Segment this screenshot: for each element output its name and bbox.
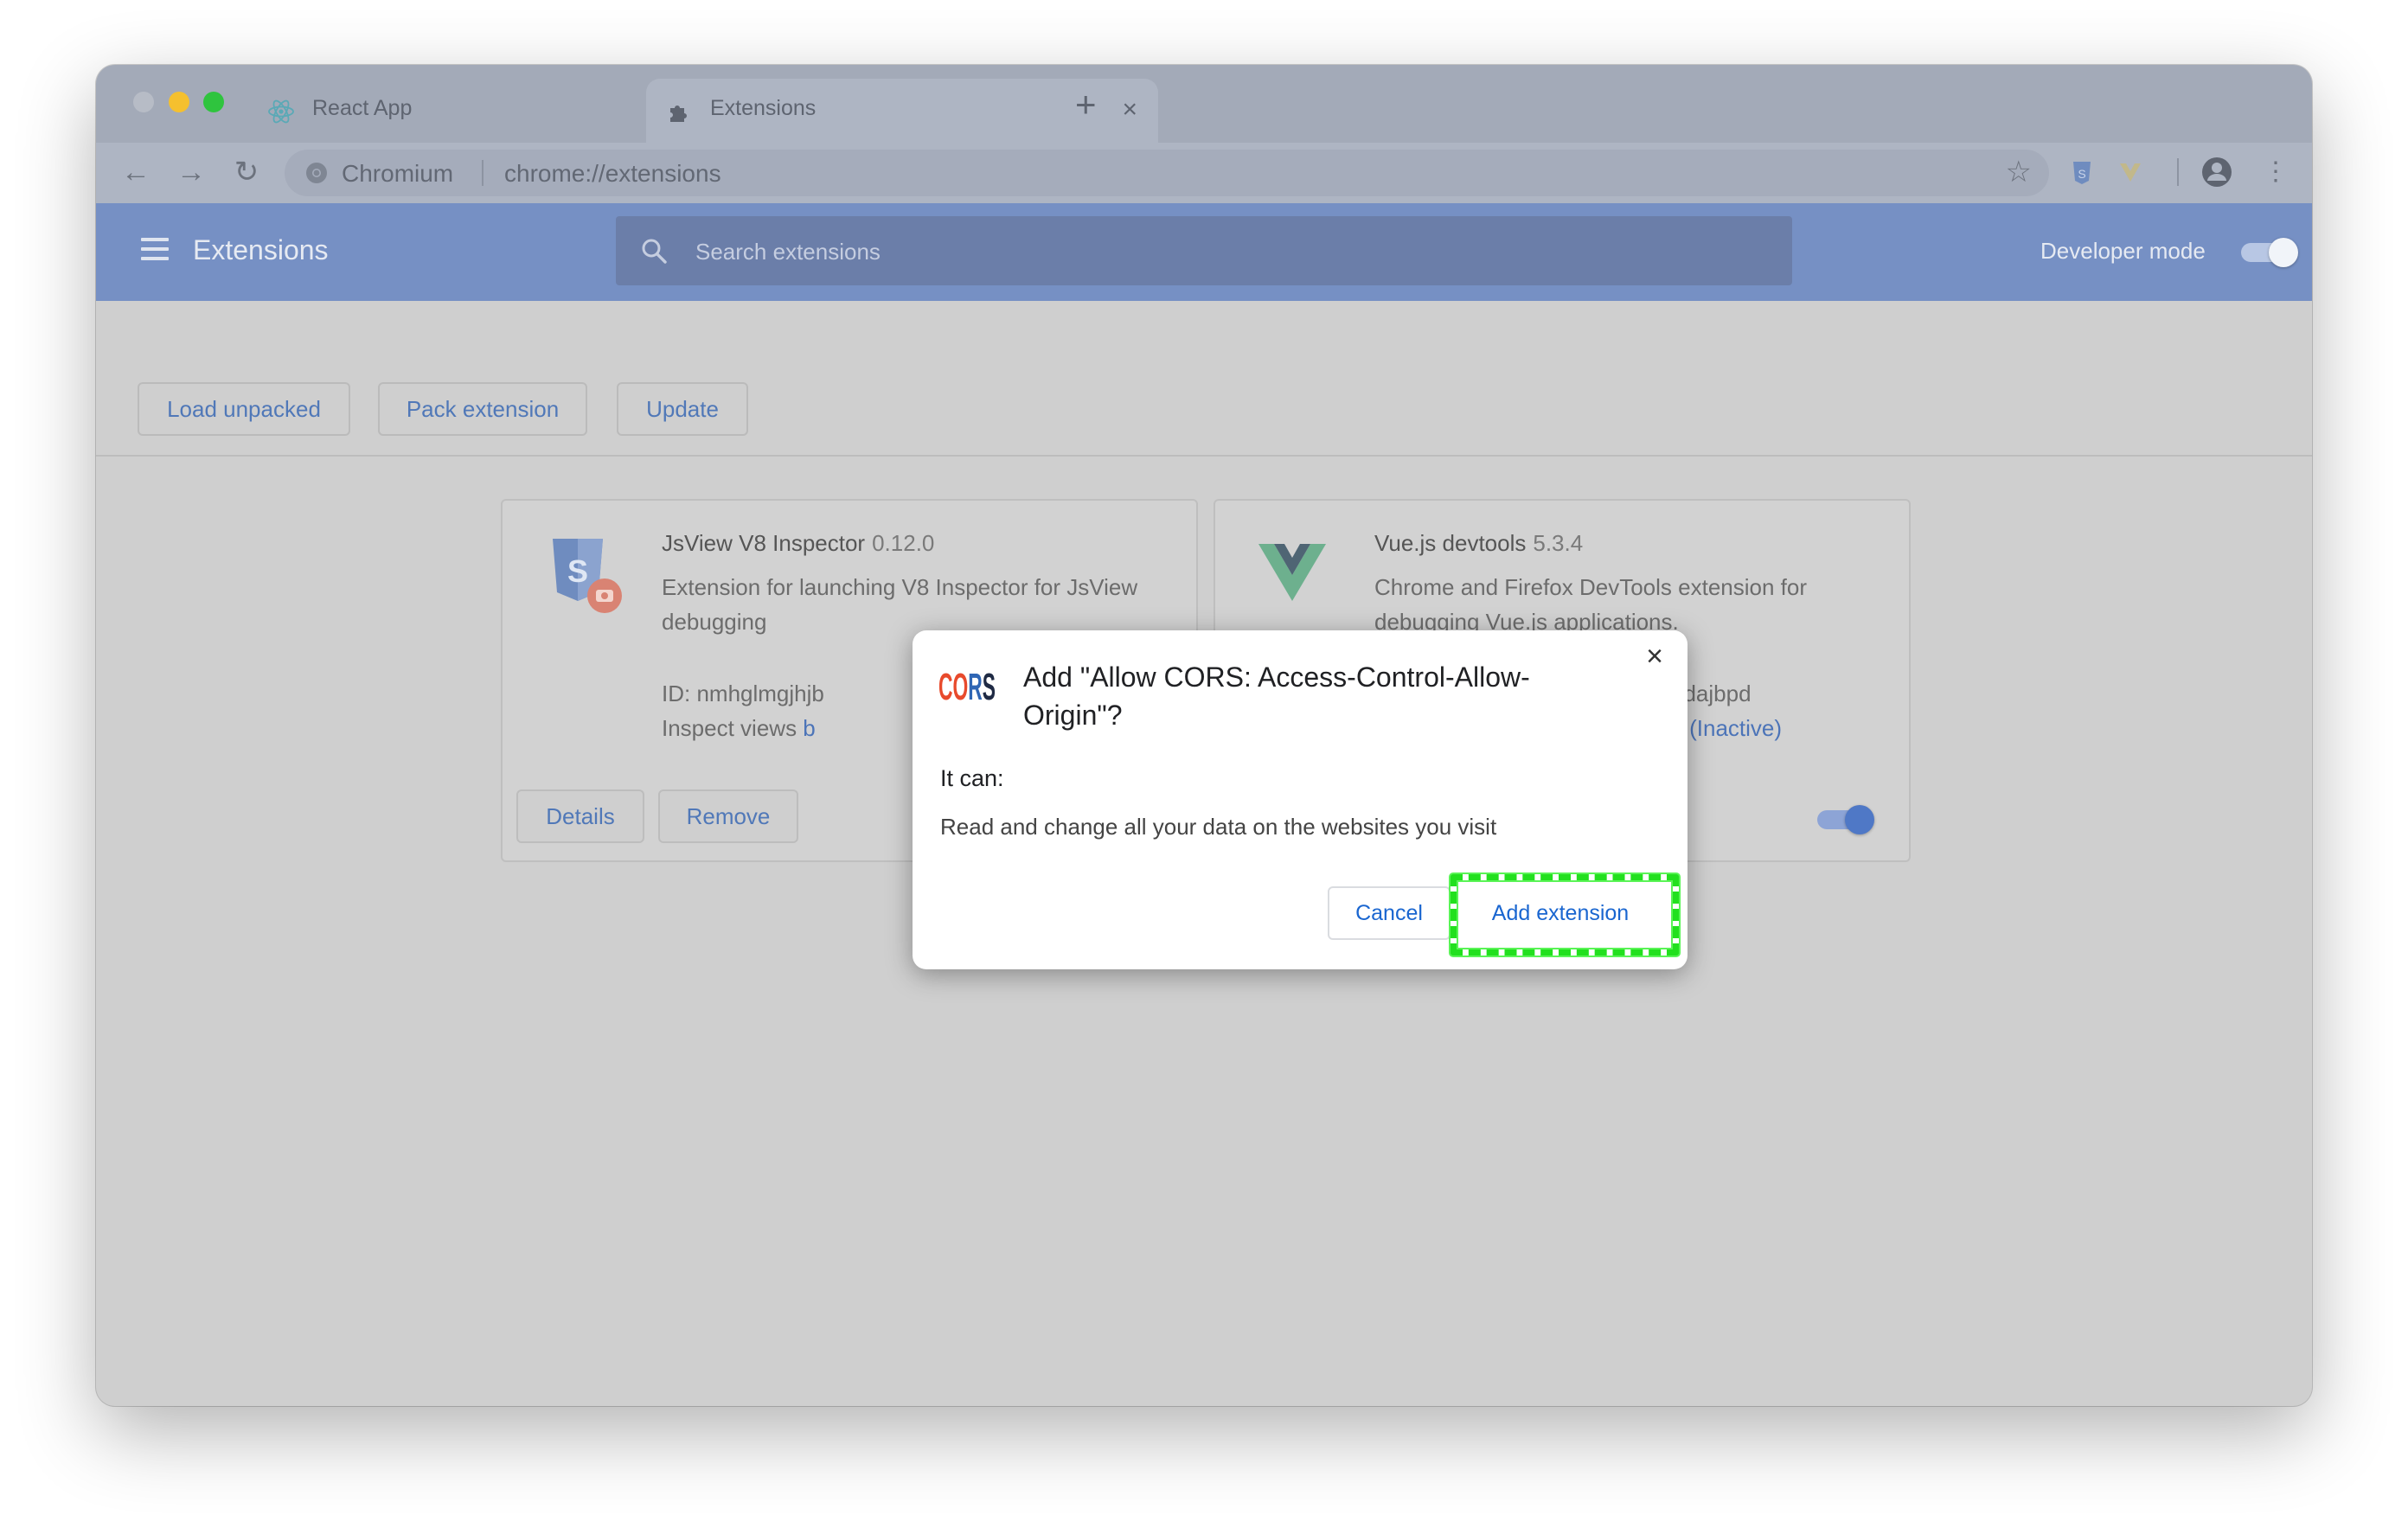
developer-actions-bar: Load unpacked Pack extension Update	[96, 301, 2312, 457]
developer-mode-label: Developer mode	[2040, 238, 2206, 264]
back-arrow-icon[interactable]: ←	[118, 155, 153, 189]
cors-logo-icon: CORS	[938, 667, 996, 705]
react-icon	[268, 99, 294, 124]
profile-avatar-icon[interactable]	[2200, 155, 2234, 189]
browser-toolbar: ← → ↻ Chromium chrome://extensions ☆ S ⋮	[96, 143, 2312, 203]
vue-extension-icon[interactable]	[2113, 155, 2148, 189]
forward-arrow-icon[interactable]: →	[174, 155, 208, 189]
chromium-icon	[306, 163, 327, 183]
add-extension-button[interactable]: Add extension	[1463, 885, 1658, 942]
tab-title: React App	[312, 96, 413, 120]
search-input[interactable]	[694, 233, 1735, 270]
tab-close-icon[interactable]: ×	[1122, 93, 1137, 127]
close-icon[interactable]: ×	[1637, 639, 1672, 674]
extensions-header: Extensions Developer mode	[96, 203, 2312, 301]
svg-text:S: S	[567, 553, 588, 589]
developer-mode-toggle[interactable]	[2241, 238, 2298, 267]
details-button[interactable]: Details	[516, 789, 644, 843]
tab-strip: React App × Extensions × +	[96, 65, 2312, 143]
window-close-button[interactable]	[133, 92, 154, 112]
permission-item: Read and change all your data on the web…	[940, 814, 1497, 840]
permissions-heading: It can:	[940, 765, 1004, 791]
search-icon	[642, 239, 667, 264]
extension-description: Extension for launching V8 Inspector for…	[662, 574, 1138, 635]
pack-extension-button[interactable]: Pack extension	[378, 382, 587, 436]
kebab-menu-icon[interactable]: ⋮	[2258, 155, 2293, 189]
remove-button[interactable]: Remove	[658, 789, 798, 843]
svg-text:S: S	[2078, 167, 2085, 181]
window-maximize-button[interactable]	[203, 92, 224, 112]
browser-window: React App × Extensions × + ← → ↻ Chromiu…	[96, 65, 2312, 1406]
extension-enable-toggle[interactable]	[1817, 805, 1874, 834]
tab-title: Extensions	[710, 96, 817, 120]
address-url: chrome://extensions	[504, 160, 721, 187]
update-button[interactable]: Update	[617, 382, 748, 436]
new-tab-button[interactable]: +	[1075, 86, 1097, 123]
window-minimize-button[interactable]	[169, 92, 189, 112]
address-scheme: Chromium	[342, 160, 454, 187]
address-bar[interactable]: Chromium chrome://extensions ☆	[285, 150, 2049, 196]
extension-description: Chrome and Firefox DevTools extension fo…	[1374, 574, 1808, 635]
toolbar-divider	[2177, 158, 2179, 186]
divider	[96, 455, 2312, 457]
extension-name: Vue.js devtools 5.3.4	[1374, 530, 1584, 556]
inspect-views-link[interactable]: b	[803, 715, 815, 741]
cancel-button[interactable]: Cancel	[1328, 886, 1451, 940]
dialog-title: Add "Allow CORS: Access-Control-Allow-Or…	[1023, 662, 1530, 731]
inspect-views: Inspect views b	[662, 715, 816, 741]
address-separator	[482, 160, 484, 186]
search-box	[616, 216, 1792, 285]
extension-id: ID: nmhglmgjhjb	[662, 681, 824, 706]
svg-text:CORS: CORS	[938, 667, 996, 705]
extension-name: JsView V8 Inspector 0.12.0	[662, 530, 935, 556]
bookmark-star-icon[interactable]: ☆	[2006, 155, 2032, 189]
hamburger-menu-icon[interactable]	[141, 238, 169, 260]
page-title: Extensions	[193, 234, 329, 265]
add-extension-dialog: CORS Add "Allow CORS: Access-Control-All…	[913, 630, 1688, 969]
jsview-extension-icon: S	[553, 539, 622, 613]
load-unpacked-button[interactable]: Load unpacked	[138, 382, 350, 436]
puzzle-icon	[670, 105, 687, 122]
vue-logo-icon	[1258, 544, 1326, 601]
shield-extension-icon[interactable]: S	[2065, 155, 2099, 189]
reload-icon[interactable]: ↻	[229, 155, 264, 189]
